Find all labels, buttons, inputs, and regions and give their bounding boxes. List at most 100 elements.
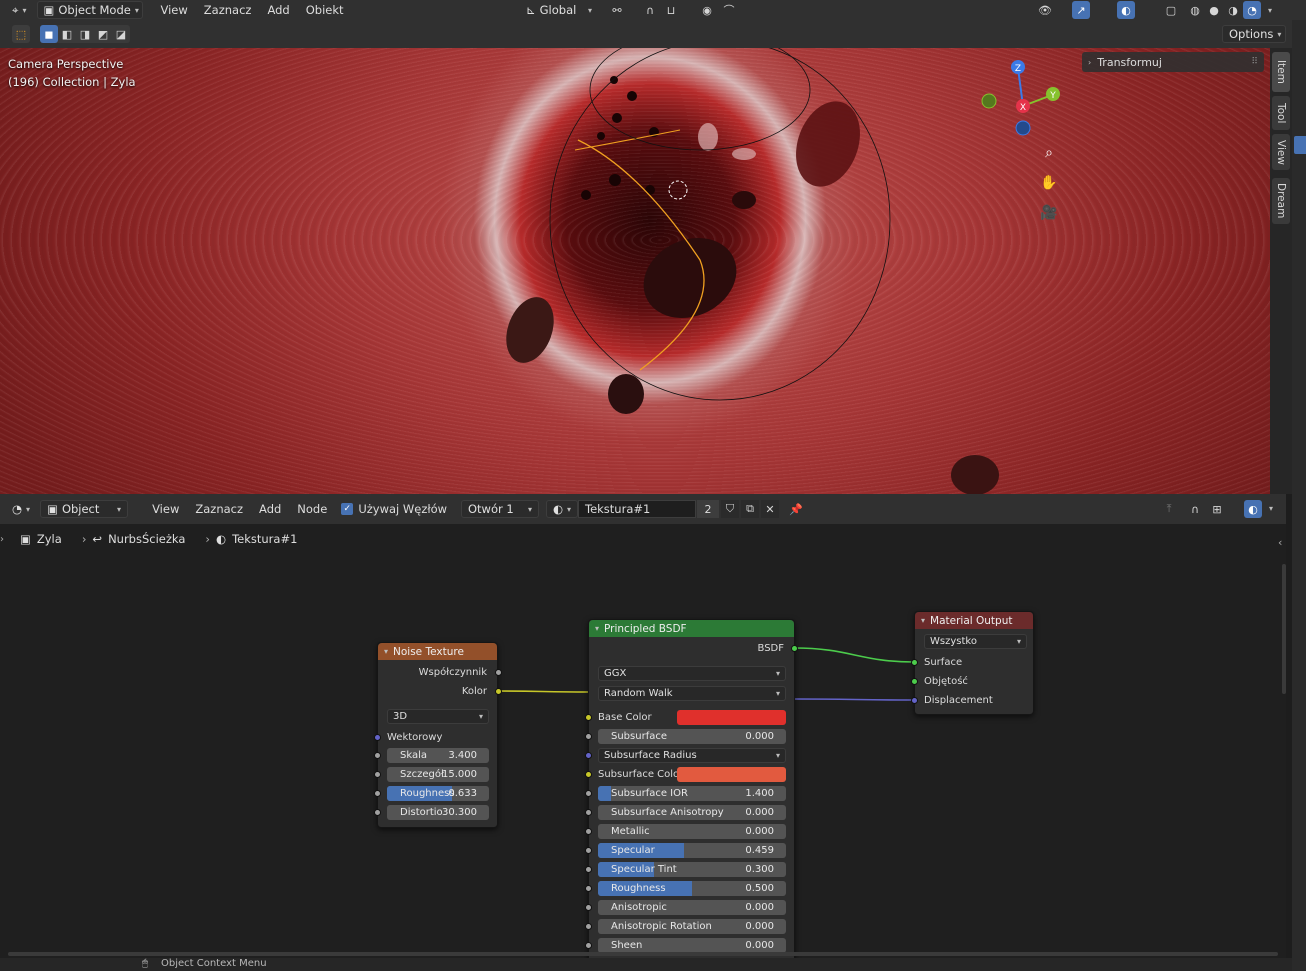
specular-tint-field[interactable]: Specular Tint 0.300 [598,862,786,877]
subsurface-anisotropy-field[interactable]: Subsurface Anisotropy 0.000 [598,805,786,820]
socket-color[interactable] [495,688,502,695]
select-subtract-icon[interactable]: ◨ [76,25,94,43]
socket-subsurface-radius[interactable] [585,752,592,759]
shader-type-select[interactable]: ▣ Object ▾ [40,500,129,518]
gizmo-icon[interactable]: ↗ [1072,1,1090,19]
fake-user-shield-icon[interactable]: ⛉ [721,500,739,518]
menu-select[interactable]: Zaznacz [198,3,258,17]
use-nodes-checkbox[interactable]: ✓ Używaj Węzłów [341,502,447,516]
xray-icon[interactable]: ▢ [1162,1,1180,19]
specular-field[interactable]: Specular 0.459 [598,843,786,858]
metallic-field[interactable]: Metallic 0.000 [598,824,786,839]
tab-dream[interactable]: Dream [1272,178,1290,224]
tab-item[interactable]: Item [1272,52,1290,92]
tab-tool[interactable]: Tool [1272,96,1290,130]
wireframe-shading-icon[interactable]: ◍ [1186,1,1204,19]
chevron-down-icon[interactable]: ▾ [1268,6,1272,15]
node-menu-view[interactable]: View [146,502,185,516]
socket-factor[interactable] [495,669,502,676]
socket-subsurface[interactable] [585,733,592,740]
subsurface-ior-field[interactable]: Subsurface IOR 1.400 [598,786,786,801]
roughness-field[interactable]: Roughness 0.633 [387,786,489,801]
snap-node-icon[interactable]: ∩ [1186,500,1204,518]
pan-hand-icon[interactable]: ✋ [1040,174,1058,192]
user-count-button[interactable]: 2 [697,500,719,518]
subsurface-radius-select[interactable]: Subsurface Radius ▾ [598,748,786,763]
node-editor-type-button[interactable]: ◔ ▾ [6,500,36,518]
vertical-scrollbar[interactable] [1282,564,1286,694]
socket-anisotropic[interactable] [585,904,592,911]
node-overlay-icon[interactable]: ◐ [1244,500,1262,518]
chevron-down-icon[interactable]: ▾ [1269,504,1273,513]
transform-panel[interactable]: › Transformuj ⠿ [1082,52,1264,72]
socket-szczeg-[interactable] [374,771,381,778]
material-slot-select[interactable]: Otwór 1 ▾ [461,500,539,518]
base-color-swatch[interactable] [677,710,786,725]
socket-metallic[interactable] [585,828,592,835]
editor-type-button[interactable]: ⌖ ▾ [6,1,33,19]
collapse-chevron-icon[interactable]: ▾ [595,624,599,633]
socket-subsurface-anisotropy[interactable] [585,809,592,816]
rendered-shading-icon[interactable]: ◔ [1243,1,1261,19]
anisotropic-rotation-field[interactable]: Anisotropic Rotation 0.000 [598,919,786,934]
overlay-icon[interactable]: ◐ [1117,1,1135,19]
drag-handle-icon[interactable]: ⠿ [1251,57,1258,67]
dimension-select[interactable]: 3D ▾ [387,709,489,724]
snap-target-icon[interactable]: ⊔ [662,1,680,19]
material-name-field[interactable]: Tekstura#1 [578,500,696,518]
node-menu-node[interactable]: Node [291,502,333,516]
3d-viewport[interactable]: Camera Perspective (196) Collection | Zy… [0,20,1270,494]
mode-select[interactable]: ▣ Object Mode ▾ [36,1,143,19]
socket-anisotropic-rotation[interactable] [585,923,592,930]
principled-bsdf-node[interactable]: ▾ Principled BSDF BSDF GGX ▾ Random Walk… [585,619,798,958]
sheen-field[interactable]: Sheen 0.000 [598,938,786,953]
properties-strip[interactable] [1292,20,1306,971]
select-extend-icon[interactable]: ◧ [58,25,76,43]
subsurface-field[interactable]: Subsurface 0.000 [598,729,786,744]
socket-distortio[interactable] [374,809,381,816]
socket-skala[interactable] [374,752,381,759]
skala-field[interactable]: Skala 3.400 [387,748,489,763]
duplicate-material-icon[interactable]: ⧉ [741,500,759,518]
socket-specular[interactable] [585,847,592,854]
subsurface-method-select[interactable]: Random Walk ▾ [598,686,786,701]
select-tool-icon[interactable]: ⬚ [12,25,30,43]
node-header[interactable]: ▾ Material Output [915,612,1033,629]
distribution-select[interactable]: GGX ▾ [598,666,786,681]
falloff-icon[interactable]: ⌒ [720,1,738,19]
pin-icon[interactable]: 📌 [787,500,805,518]
visibility-icon[interactable]: 👁 [1036,1,1054,19]
camera-view-icon[interactable]: 🎥 [1040,204,1058,222]
node-header[interactable]: ▾ Noise Texture [378,643,497,660]
node-menu-add[interactable]: Add [253,502,287,516]
menu-object[interactable]: Obiekt [300,3,350,17]
socket-specular-tint[interactable] [585,866,592,873]
unlink-close-icon[interactable]: ✕ [761,500,779,518]
roughness-field[interactable]: Roughness 0.500 [598,881,786,896]
material-shading-icon[interactable]: ◑ [1224,1,1242,19]
node-editor-canvas[interactable]: › ▣ Zyla › ↩ NurbsŚcieżka › ◐ Tekstura#1… [0,524,1286,958]
menu-view[interactable]: View [155,3,194,17]
select-intersect-icon[interactable]: ◪ [112,25,130,43]
socket-sheen[interactable] [585,942,592,949]
menu-add[interactable]: Add [261,3,295,17]
distortio-field[interactable]: Distortio 30.300 [387,805,489,820]
horizontal-scrollbar[interactable] [8,952,1278,956]
noise-texture-node[interactable]: ▾ Noise Texture Współczynnik Kolor 3D ▾ … [374,642,502,828]
collapse-chevron-icon[interactable]: ▾ [384,647,388,656]
select-invert-icon[interactable]: ◩ [94,25,112,43]
snap-icon[interactable]: ∩ [641,1,659,19]
solid-shading-icon[interactable]: ● [1205,1,1223,19]
zoom-icon[interactable]: ⌕ [1040,144,1058,162]
subsurface-color-swatch[interactable] [677,767,786,782]
collapse-chevron-icon[interactable]: ▾ [921,616,925,625]
material-browse-button[interactable]: ◐ ▾ [546,500,578,518]
anisotropic-field[interactable]: Anisotropic 0.000 [598,900,786,915]
transform-orientation-select[interactable]: ⊾ Global ▾ [520,1,598,19]
szczeg--field[interactable]: Szczegół 15.000 [387,767,489,782]
select-new-icon[interactable]: ◼ [40,25,58,43]
options-dropdown[interactable]: Options ▾ [1222,25,1286,43]
parent-node-tree-icon[interactable]: ⤒ [1160,500,1178,518]
socket-roughness[interactable] [374,790,381,797]
properties-tab-active[interactable] [1294,136,1306,154]
